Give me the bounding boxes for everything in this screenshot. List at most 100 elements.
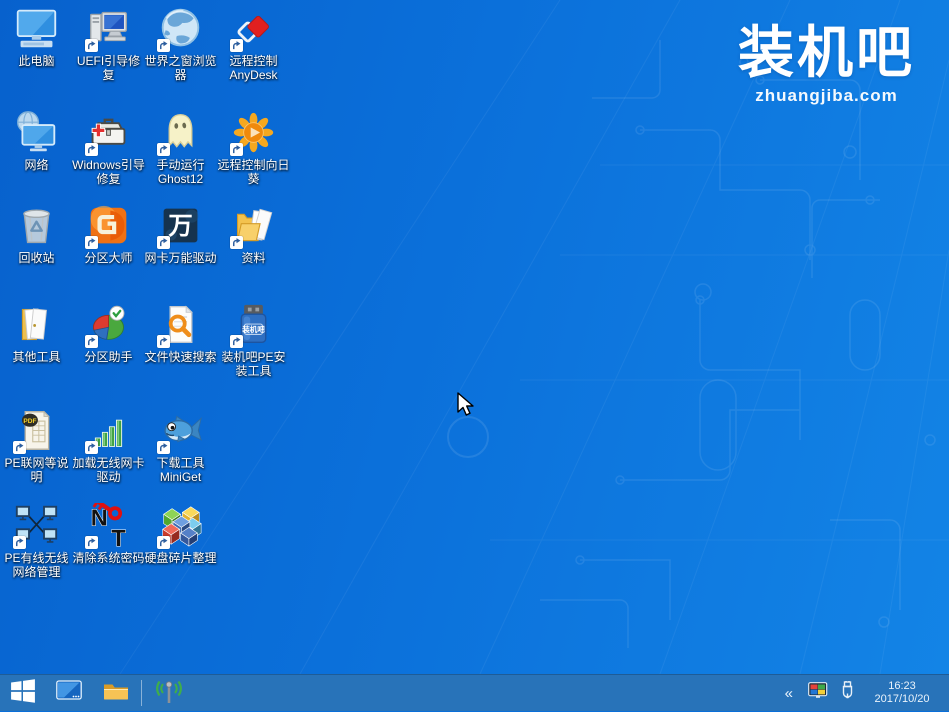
desktop-icon-file-quick-search[interactable]: 文件快速搜索 <box>144 302 217 364</box>
desktop: 装机吧 zhuangjiba.com 此电脑 <box>0 0 949 674</box>
display-icon <box>56 680 83 707</box>
taskbar-separator <box>141 680 142 706</box>
windows-logo-icon <box>10 678 36 709</box>
load-wireless-driver-icon <box>86 408 131 453</box>
shortcut-arrow-icon <box>157 441 170 454</box>
desktop-icon-documents-folder[interactable]: 资料 <box>217 203 290 265</box>
shortcut-arrow-icon <box>85 236 98 249</box>
desktop-icon-windows-boot-repair[interactable]: Widnows引导修复 <box>72 110 145 186</box>
partition-master-icon <box>86 203 131 248</box>
svg-text:PDF: PDF <box>23 418 36 425</box>
anydesk-icon <box>231 6 276 51</box>
nic-universal-driver-icon: 万 <box>158 203 203 248</box>
system-tray: « 16:23 201 <box>776 675 949 711</box>
recycle-bin-icon <box>14 203 59 248</box>
wireless-tool-button[interactable] <box>144 675 194 711</box>
shortcut-arrow-icon <box>157 236 170 249</box>
desktop-icon-other-tools[interactable]: 其他工具 <box>0 302 73 364</box>
folder-icon <box>103 680 129 707</box>
usb-eject-tray-button[interactable] <box>834 675 861 711</box>
start-button[interactable] <box>0 675 46 711</box>
desktop-icon-disk-defrag[interactable]: 硬盘碎片整理 <box>144 503 217 565</box>
other-tools-folder-icon <box>14 302 59 347</box>
icon-label: 分区助手 <box>72 350 145 364</box>
icon-label: PE有线无线网络管理 <box>0 551 73 579</box>
network-icon <box>14 110 59 155</box>
icon-label: 文件快速搜索 <box>144 350 217 364</box>
shortcut-arrow-icon <box>157 39 170 52</box>
icon-label: 分区大师 <box>72 251 145 265</box>
uefi-boot-repair-icon <box>86 6 131 51</box>
display-settings-tray-button[interactable] <box>802 675 834 711</box>
desktop-icon-world-window-browser[interactable]: 世界之窗浏览器 <box>144 6 217 82</box>
ghost12-icon <box>158 110 203 155</box>
icon-label: 加载无线网卡驱动 <box>72 456 145 484</box>
shortcut-arrow-icon <box>157 335 170 348</box>
pe-network-manager-icon <box>14 503 59 548</box>
shortcut-arrow-icon <box>157 536 170 549</box>
desktop-icon-sunflower-remote[interactable]: 远程控制向日葵 <box>217 110 290 186</box>
file-explorer-button[interactable] <box>93 675 139 711</box>
pe-network-readme-icon: PDF <box>14 408 59 453</box>
brand-logo: 装机吧 zhuangjiba.com <box>738 22 915 106</box>
file-quick-search-icon <box>158 302 203 347</box>
icon-label: UEFI引导修复 <box>72 54 145 82</box>
tray-clock[interactable]: 16:23 2017/10/20 <box>861 680 943 706</box>
brand-title: 装机吧 <box>738 22 915 84</box>
desktop-icon-uefi-boot-repair[interactable]: UEFI引导修复 <box>72 6 145 82</box>
desktop-icon-pe-network-manager[interactable]: PE有线无线网络管理 <box>0 503 73 579</box>
desktop-icon-recycle-bin[interactable]: 回收站 <box>0 203 73 265</box>
icon-label: 下载工具MiniGet <box>144 456 217 484</box>
display-color-icon <box>808 682 828 704</box>
shortcut-arrow-icon <box>85 39 98 52</box>
icon-label: 世界之窗浏览器 <box>144 54 217 82</box>
desktop-icon-ghost12[interactable]: 手动运行Ghost12 <box>144 110 217 186</box>
svg-text:T: T <box>111 525 126 548</box>
shortcut-arrow-icon <box>85 441 98 454</box>
desktop-icon-clear-system-password[interactable]: N T 清除系统密码 <box>72 503 145 565</box>
desktop-icon-nic-universal-driver[interactable]: 万 网卡万能驱动 <box>144 203 217 265</box>
icon-label: 手动运行Ghost12 <box>144 158 217 186</box>
icon-label: 清除系统密码 <box>72 551 145 565</box>
desktop-icon-partition-master[interactable]: 分区大师 <box>72 203 145 265</box>
desktop-icon-load-wireless-driver[interactable]: 加载无线网卡驱动 <box>72 408 145 484</box>
icon-label: PE联网等说明 <box>0 456 73 484</box>
desktop-icon-pe-network-readme[interactable]: PDF PE联网等说明 <box>0 408 73 484</box>
clock-time: 16:23 <box>869 680 935 693</box>
mouse-cursor <box>457 392 479 418</box>
icon-label: 此电脑 <box>0 54 73 68</box>
tray-expand-button[interactable]: « <box>776 675 802 712</box>
desktop-icon-network[interactable]: 网络 <box>0 110 73 172</box>
shortcut-arrow-icon <box>85 335 98 348</box>
desktop-icon-this-pc[interactable]: 此电脑 <box>0 6 73 68</box>
miniget-downloader-icon <box>158 408 203 453</box>
windows-boot-repair-icon <box>86 110 131 155</box>
partition-assistant-icon <box>86 302 131 347</box>
icon-label: 硬盘碎片整理 <box>144 551 217 565</box>
desktop-icon-zhuangjiba-pe-installer[interactable]: 装机吧 装机吧PE安装工具 <box>217 302 290 378</box>
icon-label: 资料 <box>217 251 290 265</box>
shortcut-arrow-icon <box>13 441 26 454</box>
clear-system-password-icon: N T <box>86 503 131 548</box>
icon-label: 网络 <box>0 158 73 172</box>
svg-text:装机吧: 装机吧 <box>241 324 265 334</box>
usb-eject-icon <box>840 681 855 705</box>
desktop-icon-miniget[interactable]: 下载工具MiniGet <box>144 408 217 484</box>
zhuangjiba-pe-installer-icon: 装机吧 <box>231 302 276 347</box>
clock-date: 2017/10/20 <box>869 693 935 706</box>
desktop-icon-partition-assistant[interactable]: 分区助手 <box>72 302 145 364</box>
taskbar-left <box>0 675 194 711</box>
shortcut-arrow-icon <box>157 143 170 156</box>
documents-folder-icon <box>231 203 276 248</box>
icon-label: 装机吧PE安装工具 <box>217 350 290 378</box>
this-pc-icon <box>14 6 59 51</box>
icon-label: 回收站 <box>0 251 73 265</box>
shortcut-arrow-icon <box>13 536 26 549</box>
shortcut-arrow-icon <box>230 335 243 348</box>
shortcut-arrow-icon <box>85 536 98 549</box>
svg-text:万: 万 <box>167 213 192 240</box>
desktop-icon-anydesk[interactable]: 远程控制AnyDesk <box>217 6 290 82</box>
icon-label: 其他工具 <box>0 350 73 364</box>
display-tool-button[interactable] <box>46 675 93 711</box>
icon-label: 远程控制AnyDesk <box>217 54 290 82</box>
